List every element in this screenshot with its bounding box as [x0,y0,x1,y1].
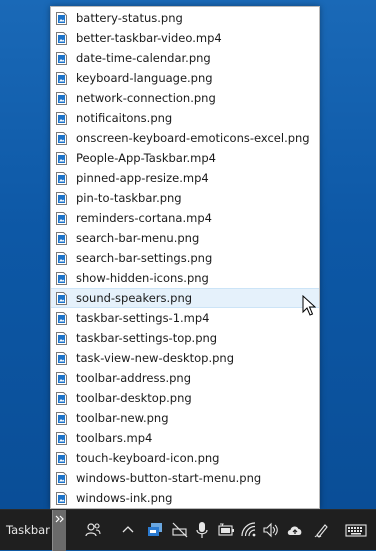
file-menu-item[interactable]: search-bar-settings.png [51,248,319,268]
cloud-upload-icon[interactable] [286,521,304,539]
file-menu-item-label: windows-button-start-menu.png [76,471,262,485]
file-menu-item-label: pin-to-taskbar.png [76,191,182,205]
file-menu-item-label: network-connection.png [76,91,216,105]
image-file-icon [56,71,67,85]
file-menu-item-label: sound-speakers.png [76,291,193,305]
chevron-up-icon[interactable] [119,521,137,539]
file-menu-item[interactable]: windows-button-start-menu.png [51,468,319,488]
file-menu-item[interactable]: task-view-new-desktop.png [51,348,319,368]
image-file-icon [56,391,67,405]
file-menu-item-label: People-App-Taskbar.mp4 [76,151,216,165]
file-menu-item[interactable]: notificaitons.png [51,108,319,128]
file-menu-item-label: toolbar-new.png [76,411,169,425]
battery-icon[interactable] [217,521,235,539]
file-menu-item-label: battery-status.png [76,11,183,25]
file-menu-item-label: onscreen-keyboard-emoticons-excel.png [76,131,310,145]
image-file-icon [56,411,67,425]
toolbar-folder-menu: battery-status.png better-taskbar-video.m… [50,6,320,509]
file-menu-item[interactable]: pinned-app-resize.mp4 [51,168,319,188]
file-menu-item[interactable]: touch-keyboard-icon.png [51,448,319,468]
file-menu-item[interactable]: toolbar-desktop.png [51,388,319,408]
file-menu-item-label: pinned-app-resize.mp4 [76,171,209,185]
double-chevron-icon [55,515,64,523]
file-menu-item-label: search-bar-menu.png [76,231,200,245]
file-menu-item-label: date-time-calendar.png [76,51,211,65]
file-menu-item[interactable]: network-connection.png [51,88,319,108]
image-file-icon [56,111,67,125]
file-menu-item-label: toolbars.mp4 [76,431,153,445]
file-list: battery-status.png better-taskbar-video.m… [51,8,319,508]
toolbar-chevron-button[interactable] [52,510,66,551]
image-file-icon [56,451,67,465]
file-menu-item[interactable]: show-hidden-icons.png [51,268,319,288]
image-file-icon [56,271,67,285]
image-file-icon [56,291,67,305]
file-menu-item[interactable]: search-bar-menu.png [51,228,319,248]
taskbar: Taskbar [0,509,376,551]
file-menu-item-label: show-hidden-icons.png [76,271,209,285]
network-disconnected-icon[interactable] [171,521,189,539]
file-menu-item[interactable]: better-taskbar-video.mp4 [51,28,319,48]
image-file-icon [56,331,67,345]
file-menu-item[interactable]: People-App-Taskbar.mp4 [51,148,319,168]
pen-icon[interactable] [313,521,331,539]
image-file-icon [56,351,67,365]
image-file-icon [56,371,67,385]
image-file-icon [56,431,67,445]
image-file-icon [56,131,67,145]
file-menu-item-label: keyboard-language.png [76,71,213,85]
image-file-icon [56,171,67,185]
keyboard-icon[interactable] [345,521,367,539]
file-menu-item[interactable]: sound-speakers.png [51,288,319,308]
image-file-icon [56,471,67,485]
image-file-icon [56,151,67,165]
image-file-icon [56,91,67,105]
image-file-icon [56,11,67,25]
file-menu-item-label: notificaitons.png [76,111,173,125]
file-menu-item[interactable]: onscreen-keyboard-emoticons-excel.png [51,128,319,148]
mouse-cursor-icon [302,295,316,316]
file-menu-item-label: better-taskbar-video.mp4 [76,31,222,45]
file-menu-item[interactable]: reminders-cortana.mp4 [51,208,319,228]
image-file-icon [56,491,67,505]
file-menu-item-label: taskbar-settings-top.png [76,331,218,345]
file-menu-item-label: toolbar-address.png [76,371,191,385]
toolbar-label: Taskbar [6,523,50,537]
file-menu-item[interactable]: toolbar-address.png [51,368,319,388]
image-file-icon [56,191,67,205]
file-menu-item[interactable]: taskbar-settings-1.mp4 [51,308,319,328]
app-tray-icon[interactable] [146,521,164,539]
microphone-icon[interactable] [193,521,211,539]
file-menu-item[interactable]: windows-ink.png [51,488,319,508]
file-menu-item[interactable]: date-time-calendar.png [51,48,319,68]
file-menu-item[interactable]: keyboard-language.png [51,68,319,88]
file-menu-item-label: taskbar-settings-1.mp4 [76,311,210,325]
file-menu-item-label: toolbar-desktop.png [76,391,192,405]
speaker-icon[interactable] [262,521,280,539]
image-file-icon [56,311,67,325]
image-file-icon [56,51,67,65]
image-file-icon [56,211,67,225]
file-menu-item-label: reminders-cortana.mp4 [76,211,212,225]
file-menu-item-label: task-view-new-desktop.png [76,351,235,365]
file-menu-item[interactable]: toolbar-new.png [51,408,319,428]
file-menu-item-label: search-bar-settings.png [76,251,213,265]
file-menu-item[interactable]: toolbars.mp4 [51,428,319,448]
people-icon[interactable] [84,521,102,539]
image-file-icon [56,231,67,245]
file-menu-item-label: windows-ink.png [76,491,173,505]
wifi-icon[interactable] [240,521,258,539]
file-menu-item[interactable]: pin-to-taskbar.png [51,188,319,208]
image-file-icon [56,251,67,265]
image-file-icon [56,31,67,45]
file-menu-item[interactable]: battery-status.png [51,8,319,28]
file-menu-item-label: touch-keyboard-icon.png [76,451,220,465]
file-menu-item[interactable]: taskbar-settings-top.png [51,328,319,348]
